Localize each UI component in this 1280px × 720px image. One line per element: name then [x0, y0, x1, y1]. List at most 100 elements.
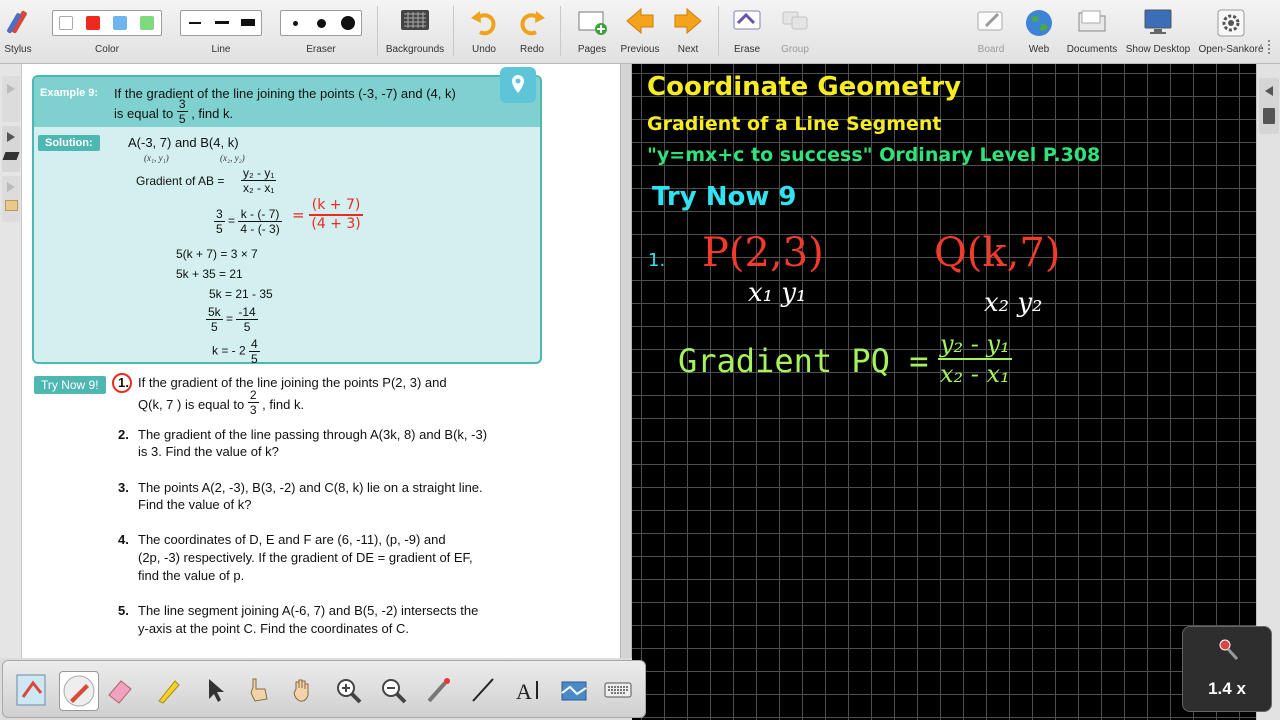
- step2: 5(k + 7) = 3 × 7: [176, 247, 258, 261]
- question-4: 4. The coordinates of D, E and F are (6,…: [118, 532, 473, 583]
- selector-tool-button[interactable]: [199, 675, 229, 705]
- question-2: 2. The gradient of the line passing thro…: [118, 427, 488, 459]
- zoom-in-button[interactable]: [333, 675, 363, 705]
- line-icon: [472, 678, 494, 702]
- color-swatch-white[interactable]: [59, 16, 73, 30]
- eraser-small-option[interactable]: [293, 21, 298, 26]
- color-swatch-blue[interactable]: [113, 16, 127, 30]
- document-thumbnail[interactable]: [13, 671, 53, 711]
- step6: k = - 2 45: [212, 337, 260, 366]
- palette-tab-right[interactable]: [1259, 78, 1279, 134]
- question-5: 5. The line segment joining A(-6, 7) and…: [118, 603, 479, 636]
- pages-button[interactable]: Pages: [568, 0, 616, 64]
- solution-points: A(-3, 7) and B(4, k): [128, 135, 239, 150]
- color-swatch-red[interactable]: [86, 16, 100, 30]
- try-now-tag: Try Now 9!: [34, 376, 106, 394]
- group-button[interactable]: Group: [772, 0, 818, 64]
- solution-sub1: (x₁, y₁): [144, 153, 169, 163]
- example-header: Example 9: If the gradient of the line j…: [34, 67, 540, 127]
- redo-icon: [520, 11, 545, 36]
- line-tool-button[interactable]: [468, 675, 498, 705]
- play-left-icon: [1265, 86, 1273, 96]
- laser-pointer-button[interactable]: [423, 675, 453, 705]
- board-try-now: Try Now 9: [652, 182, 797, 212]
- play-icon: [7, 132, 15, 142]
- interact-tool-button[interactable]: [243, 675, 273, 705]
- next-button[interactable]: Next: [664, 0, 712, 64]
- arrow-left-icon: [626, 8, 654, 34]
- zoom-indicator: 1.4 x: [1182, 626, 1272, 712]
- text-tool-button[interactable]: A: [513, 675, 543, 705]
- undo-button[interactable]: Undo: [462, 0, 506, 64]
- right-palette-strip: [1256, 64, 1280, 720]
- eraser-icon: [108, 680, 132, 704]
- palette-tab-features[interactable]: [2, 176, 20, 222]
- open-sankore-button[interactable]: Open-Sankoré: [1196, 0, 1266, 64]
- documents-button[interactable]: Documents: [1064, 0, 1120, 64]
- show-desktop-button[interactable]: Show Desktop: [1124, 0, 1192, 64]
- box-icon: [5, 200, 18, 211]
- play-icon: [7, 182, 15, 192]
- palette-tab-pages[interactable]: [2, 76, 20, 122]
- gradient-label: Gradient of AB =: [136, 174, 225, 188]
- web-button[interactable]: Web: [1016, 0, 1062, 64]
- pane-splitter[interactable]: [620, 64, 632, 720]
- previous-button[interactable]: Previous: [616, 0, 664, 64]
- stylus-button[interactable]: Stylus: [0, 0, 36, 64]
- example-question-line1: If the gradient of the line joining the …: [114, 86, 456, 101]
- add-page-icon: [578, 11, 607, 35]
- line-thin-option[interactable]: [189, 22, 201, 24]
- example-fraction: 35: [176, 97, 188, 126]
- undo-icon: [471, 11, 496, 36]
- keyboard-icon: [604, 682, 632, 698]
- whiteboard-canvas[interactable]: Coordinate Geometry Gradient of a Line S…: [632, 64, 1256, 720]
- toolbar-separator: [453, 6, 454, 56]
- example-box: Example 9: If the gradient of the line j…: [32, 67, 542, 366]
- stylus-palette: A: [0, 658, 646, 720]
- pen-tool-button[interactable]: [59, 671, 99, 711]
- eraser-medium-option[interactable]: [317, 19, 326, 28]
- palette-tab-library[interactable]: [2, 126, 20, 172]
- arrow-cursor-icon: [209, 679, 224, 702]
- line-thick-option[interactable]: [241, 19, 255, 26]
- question-1: 1. If the gradient of the line joining t…: [112, 373, 538, 417]
- desktop-icon: [1144, 9, 1172, 34]
- pen-icon: [63, 675, 95, 707]
- redo-button[interactable]: Redo: [510, 0, 554, 64]
- folder-icon: [1078, 10, 1106, 32]
- virtual-keyboard-button[interactable]: [603, 675, 633, 705]
- step4: 5k = 21 - 35: [209, 287, 273, 301]
- capture-tool-button[interactable]: [559, 675, 589, 705]
- zoom-out-button[interactable]: [378, 675, 408, 705]
- question-3: 3. The points A(2, -3), B(3, -2) and C(8…: [118, 480, 483, 512]
- color-group: Color: [52, 0, 162, 64]
- eraser-tool-button[interactable]: [105, 675, 135, 705]
- board-button[interactable]: Board: [968, 0, 1014, 64]
- open-document-icon: [16, 674, 46, 706]
- group-icon: [782, 11, 808, 30]
- zoom-out-icon: [382, 679, 407, 704]
- stylus-palette-inner: A: [2, 660, 646, 718]
- red-annotation: = (k + 7) (4 + 3): [292, 197, 363, 232]
- ink-point-p: P(2,3): [702, 230, 824, 276]
- line-medium-option[interactable]: [215, 21, 229, 24]
- color-swatch-green[interactable]: [140, 16, 154, 30]
- erase-button[interactable]: Erase: [724, 0, 770, 64]
- ink-gradient-fraction: y₂ - y₁ x₂ - x₁: [938, 330, 1012, 388]
- board-motto: "y=mx+c to success" Ordinary Level P.308: [647, 144, 1101, 166]
- board-subtitle: Gradient of a Line Segment: [647, 113, 942, 135]
- step5: 5k 5 = -14 5: [206, 305, 258, 334]
- toolbar-separator: [377, 6, 378, 56]
- toolbar-separator: [560, 6, 561, 56]
- gear-icon: [1217, 9, 1245, 37]
- highlighter-tool-button[interactable]: [153, 675, 183, 705]
- gradient-formula: y₂ - y₁ x₂ - x₁: [241, 166, 277, 195]
- hand-tool-button[interactable]: [288, 675, 318, 705]
- backgrounds-button[interactable]: Backgrounds: [382, 0, 448, 64]
- line-group: Line: [180, 0, 262, 64]
- eraser-size-options: [280, 10, 362, 36]
- toolbar-drag-handle[interactable]: [1268, 40, 1274, 54]
- eraser-large-option[interactable]: [341, 16, 355, 30]
- hand-icon: [293, 679, 309, 702]
- step3: 5k + 35 = 21: [176, 267, 243, 281]
